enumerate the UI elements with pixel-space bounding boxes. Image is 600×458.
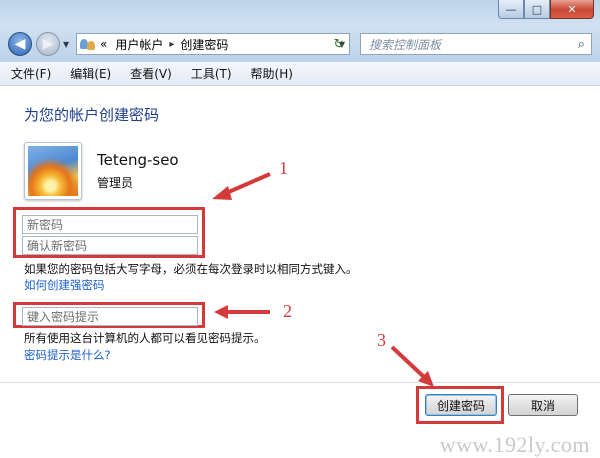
- user-accounts-icon: [80, 37, 96, 51]
- new-password-field[interactable]: [22, 215, 198, 234]
- menu-tools[interactable]: 工具(T): [180, 65, 240, 82]
- address-prefix: «: [100, 37, 108, 51]
- menu-edit[interactable]: 编辑(E): [59, 65, 119, 82]
- search-icon[interactable]: ⌕: [578, 37, 585, 52]
- annotation-arrow-2-icon: [214, 305, 270, 319]
- avatar: [24, 142, 82, 200]
- forward-button[interactable]: ▶: [36, 32, 60, 56]
- maximize-button[interactable]: □: [524, 0, 550, 19]
- close-button[interactable]: ✕: [550, 0, 594, 19]
- flower-picture-icon: [28, 146, 78, 196]
- confirm-password-field[interactable]: [22, 236, 198, 255]
- annotation-label-2: 2: [283, 301, 292, 321]
- window-chrome: — □ ✕ ◀ ▶ ▼ « 用户帐户 ▸ 创建密码 ▼ ↻ 搜索控制面板 ⌕: [0, 0, 600, 63]
- menu-file[interactable]: 文件(F): [0, 65, 59, 82]
- footer-divider: [0, 382, 600, 383]
- menu-help[interactable]: 帮助(H): [240, 65, 301, 82]
- back-button[interactable]: ◀: [8, 32, 32, 56]
- breadcrumb-separator-icon: ▸: [169, 38, 175, 50]
- breadcrumb-create-password[interactable]: 创建密码: [180, 36, 228, 53]
- hint-help-link[interactable]: 密码提示是什么?: [24, 347, 111, 363]
- minimize-button[interactable]: —: [498, 0, 524, 19]
- caption-buttons: — □ ✕: [498, 0, 594, 19]
- content-pane: 为您的帐户创建密码 Teteng-seo 管理员 如果您的密码包括大写字母，必须…: [0, 86, 600, 457]
- search-placeholder: 搜索控制面板: [369, 37, 442, 52]
- cancel-button[interactable]: 取消: [508, 394, 578, 416]
- annotation-label-3: 3: [377, 330, 386, 350]
- address-bar[interactable]: « 用户帐户 ▸ 创建密码 ▼: [76, 33, 350, 55]
- strong-password-link[interactable]: 如何创建强密码: [24, 277, 105, 293]
- annotation-arrow-3-icon: [390, 345, 434, 387]
- menu-view[interactable]: 查看(V): [119, 65, 180, 82]
- menu-bar: 文件(F) 编辑(E) 查看(V) 工具(T) 帮助(H): [0, 62, 600, 86]
- refresh-icon[interactable]: ↻: [329, 34, 349, 54]
- watermark: www.192ly.com: [439, 432, 590, 457]
- case-sensitivity-note: 如果您的密码包括大写字母，必须在每次登录时以相同方式键入。: [24, 262, 358, 276]
- annotation-arrow-1-icon: [212, 172, 271, 200]
- page-title: 为您的帐户创建密码: [24, 106, 160, 124]
- annotation-label-1: 1: [279, 158, 288, 178]
- breadcrumb-user-accounts[interactable]: 用户帐户: [115, 36, 163, 53]
- password-hint-field[interactable]: [22, 307, 198, 326]
- search-box[interactable]: 搜索控制面板 ⌕: [360, 33, 592, 55]
- hint-visibility-note: 所有使用这台计算机的人都可以看见密码提示。: [24, 331, 266, 345]
- account-role: 管理员: [97, 176, 134, 190]
- account-name: Teteng-seo: [97, 151, 179, 169]
- recent-pages-dropdown[interactable]: ▼: [63, 40, 69, 49]
- create-password-button[interactable]: 创建密码: [425, 394, 497, 416]
